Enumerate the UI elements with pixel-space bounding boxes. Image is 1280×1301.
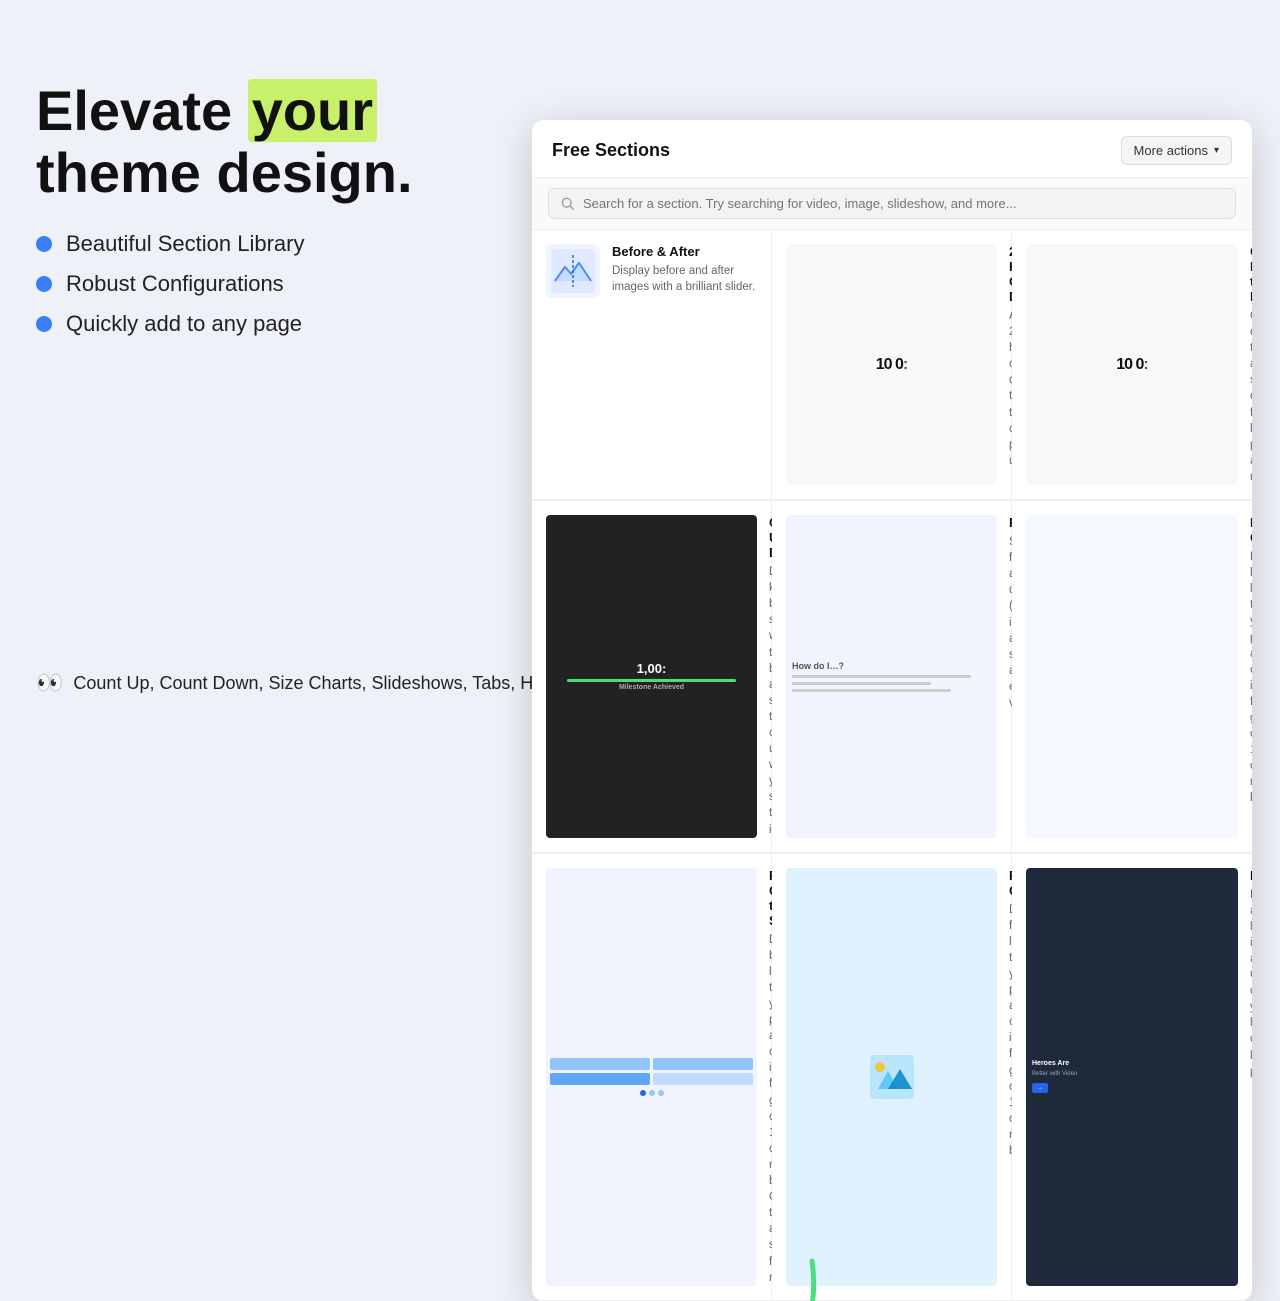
fgts-dot-1 [640, 1090, 646, 1096]
section-card-before-after[interactable]: Before & After Display before and after … [532, 230, 772, 500]
fgts-row-1 [550, 1058, 753, 1070]
fgts-block-3 [550, 1073, 650, 1085]
card-thumb-countdown-to-date: 10 0: [1026, 244, 1238, 485]
card-thumb-count-up-banner: 1,00: Milestone Achieved [546, 515, 757, 838]
fgts-row-2 [550, 1073, 753, 1085]
faq-line-3 [792, 689, 951, 692]
modal-header: Free Sections More actions ▾ [532, 120, 1252, 178]
fgts-dot-row [640, 1090, 664, 1096]
card-thumb-24hr-countdown: 10 0: [786, 244, 997, 485]
card-info-before-after: Before & After Display before and after … [612, 244, 757, 295]
countdown-text: 10 0: [876, 356, 907, 374]
bullet-item-2: Robust Configurations [36, 271, 496, 297]
eyes-emoji-icon: 👀 [36, 670, 63, 696]
bullet-item-3: Quickly add to any page [36, 311, 496, 337]
fgts-block-1 [550, 1058, 650, 1070]
bullet-text-2: Robust Configurations [66, 271, 284, 297]
section-card-faq[interactable]: How do I…? FAQ Show frequently asked que… [772, 500, 1012, 853]
card-thumb-before-after [546, 244, 600, 298]
section-card-count-up-banner[interactable]: 1,00: Milestone Achieved Count Up Banner… [532, 500, 772, 853]
card-thumb-hero: Heroes Are Better with Video → [1026, 868, 1238, 1286]
bullet-dot-3 [36, 316, 52, 332]
card-desc-before-after: Display before and after images with a b… [612, 263, 757, 295]
search-bar [532, 178, 1252, 230]
section-card-countdown-to-date[interactable]: 10 0: Count Down to Date Count down to a… [1012, 230, 1252, 500]
fgts-block-2 [653, 1058, 753, 1070]
card-thumb-feature-grid [1026, 515, 1238, 838]
section-card-24hr-countdown[interactable]: 10 0: 24 Hour Count Down A 24 hour count… [772, 230, 1012, 500]
headline-text-2: theme design. [36, 141, 413, 204]
bullet-text-1: Beautiful Section Library [66, 231, 304, 257]
card-thumb-fun-grid [786, 868, 997, 1286]
left-panel: Elevate your theme design. Beautiful Sec… [36, 80, 496, 361]
headline-highlight: your [248, 79, 377, 142]
hero-cta-button: → [1032, 1083, 1048, 1093]
search-icon [561, 197, 575, 211]
headline-text-1: Elevate [36, 79, 248, 142]
fgts-dot-3 [658, 1090, 664, 1096]
more-actions-button[interactable]: More actions ▾ [1121, 136, 1232, 165]
countup-bar [567, 679, 736, 682]
sections-grid: Before & After Display before and after … [532, 230, 1252, 1301]
countup-label: Milestone Achieved [619, 684, 684, 691]
before-after-icon [551, 249, 595, 293]
fgts-block-4 [653, 1073, 753, 1085]
hero-subtext: Better with Video [1032, 1071, 1077, 1077]
section-card-feature-grid[interactable]: Feature Grid Display beautiful links to … [1012, 500, 1252, 853]
more-actions-label: More actions [1134, 143, 1208, 158]
bullet-dot-1 [36, 236, 52, 252]
headline: Elevate your theme design. [36, 80, 496, 203]
modal-title: Free Sections [552, 140, 670, 161]
countdown-to-date-text: 10 0: [1116, 356, 1147, 374]
faq-line-1 [792, 675, 971, 678]
card-thumb-faq: How do I…? [786, 515, 997, 838]
section-card-hero[interactable]: Heroes Are Better with Video → Hero Disp… [1012, 853, 1252, 1301]
card-title-before-after: Before & After [612, 244, 757, 259]
fgts-dot-2 [649, 1090, 655, 1096]
card-thumb-fgts [546, 868, 757, 1286]
search-input[interactable] [583, 196, 1223, 211]
bullet-dot-2 [36, 276, 52, 292]
bullet-list: Beautiful Section Library Robust Configu… [36, 231, 496, 337]
hero-text-line: Heroes Are [1032, 1060, 1069, 1067]
section-card-fgts[interactable]: Feature Grid to Slider Display beautiful… [532, 853, 772, 1301]
free-sections-modal: Free Sections More actions ▾ [532, 120, 1252, 1301]
bullet-text-3: Quickly add to any page [66, 311, 302, 337]
search-input-wrap[interactable] [548, 188, 1236, 219]
bullet-item-1: Beautiful Section Library [36, 231, 496, 257]
countup-value: 1,00: [637, 661, 667, 676]
chevron-down-icon: ▾ [1214, 145, 1219, 156]
faq-q-label: How do I…? [792, 661, 844, 671]
section-card-fun-grid[interactable]: Fun Grid Display fun links to your produ… [772, 853, 1012, 1301]
fun-grid-icon [870, 1055, 914, 1099]
faq-line-2 [792, 682, 931, 685]
